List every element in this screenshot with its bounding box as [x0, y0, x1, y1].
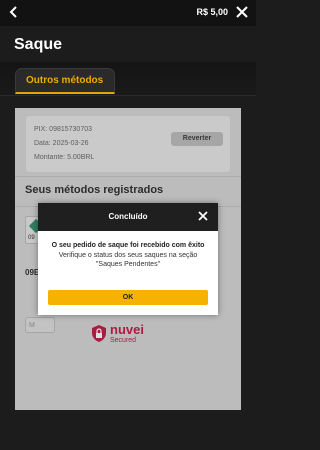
close-icon[interactable]: [235, 5, 249, 19]
balance-display: R$ 5,00: [196, 7, 228, 17]
dialog-message: Verifique o status dos seus saques na se…: [58, 252, 198, 268]
tab-other-methods[interactable]: Outros métodos: [15, 68, 115, 94]
back-arrow-icon[interactable]: [6, 4, 22, 20]
dialog-message-title: O seu pedido de saque foi recebido com ê…: [51, 242, 205, 249]
page-title: Saque: [14, 36, 63, 53]
close-icon[interactable]: [198, 211, 208, 221]
success-dialog: Concluído O seu pedido de saque foi rece…: [38, 203, 218, 315]
top-bar: R$ 5,00: [0, 0, 256, 26]
dialog-title: Concluído: [108, 212, 148, 221]
tab-label: Outros métodos: [26, 75, 104, 86]
ok-button[interactable]: OK: [48, 290, 208, 305]
dialog-header: Concluído: [38, 203, 218, 231]
